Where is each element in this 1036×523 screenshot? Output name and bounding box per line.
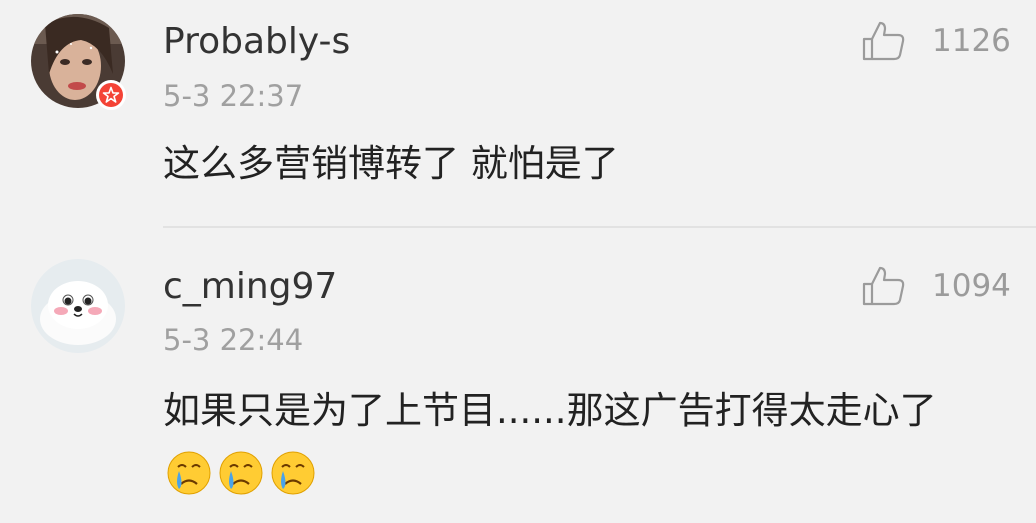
like-count: 1126 (932, 23, 1011, 59)
crying-face-emoji (219, 451, 263, 494)
comment-time: 5-3 22:44 (163, 323, 304, 357)
like-button[interactable]: 1126 (860, 16, 1011, 66)
comment-text: 这么多营销博转了 就怕是了 (163, 142, 619, 185)
comment-time: 5-3 22:37 (163, 79, 304, 113)
username[interactable]: Probably-s (163, 20, 350, 64)
comment-item: c_ming97 5-3 22:44 如果只是为了上节目......那这广告打得… (0, 228, 1036, 523)
comment-text-block: 如果只是为了上节目......那这广告打得太走心了 (163, 381, 1003, 501)
thumbs-up-icon (862, 266, 905, 306)
comment-text: 如果只是为了上节目......那这广告打得太走心了 (163, 389, 937, 432)
seal-avatar (31, 259, 125, 353)
avatar[interactable] (31, 259, 125, 353)
thumbs-up-icon (862, 21, 905, 61)
crying-face-emoji (167, 451, 211, 494)
username[interactable]: c_ming97 (163, 265, 337, 309)
red-star-badge (96, 80, 126, 110)
crying-face-emoji (271, 451, 315, 494)
emoji-group (165, 449, 317, 497)
comment-item: Probably-s 5-3 22:37 这么多营销博转了 就怕是了 1126 (0, 0, 1036, 226)
like-button[interactable]: 1094 (860, 261, 1011, 311)
like-count: 1094 (932, 268, 1011, 304)
